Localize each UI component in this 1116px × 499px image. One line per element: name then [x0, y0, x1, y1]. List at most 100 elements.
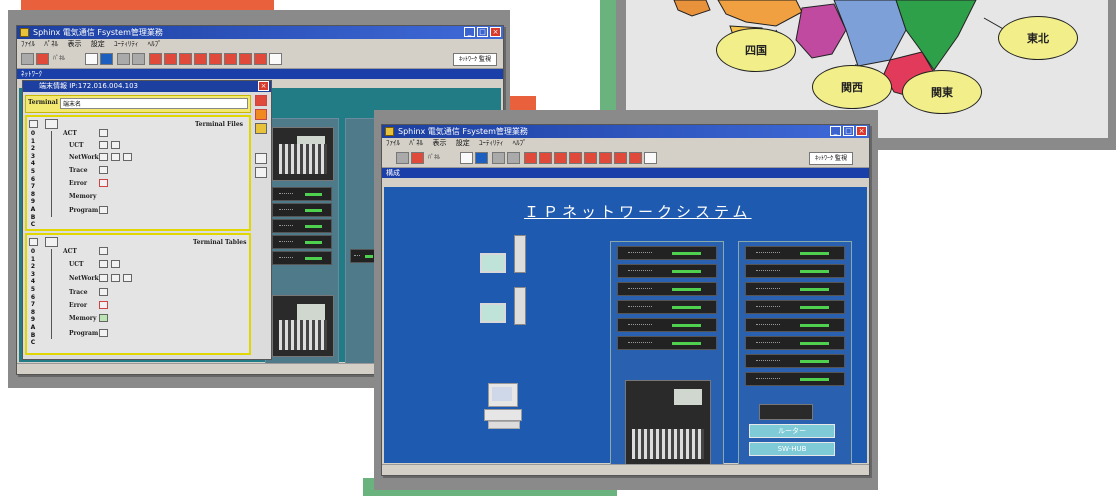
table-icon[interactable] [111, 260, 120, 268]
workstation-tower-icon[interactable] [514, 287, 526, 325]
table-icon[interactable] [99, 274, 108, 282]
table-icon[interactable] [99, 329, 108, 337]
minimize-button[interactable]: _ [830, 126, 841, 136]
tool-terminal-e-icon[interactable] [209, 53, 222, 65]
menu-file[interactable]: ﾌｧｲﾙ [21, 40, 35, 48]
table-item-uct[interactable]: UCT [69, 261, 83, 268]
tool-print-icon[interactable] [644, 152, 657, 164]
tool-terminal-e-icon[interactable] [584, 152, 597, 164]
table-item-network[interactable]: NetWork [69, 275, 99, 282]
minimize-button[interactable]: _ [464, 27, 475, 37]
table-item-program[interactable]: Program [69, 330, 98, 337]
tool-terminal-h-icon[interactable] [254, 53, 267, 65]
tool-server-icon[interactable] [132, 53, 145, 65]
workstation-monitor-icon[interactable] [480, 253, 506, 273]
menu-settings[interactable]: 設定 [456, 139, 470, 147]
tool-page-icon[interactable] [85, 53, 98, 65]
tool-terminal-g-icon[interactable] [614, 152, 627, 164]
rack-server-large[interactable] [625, 380, 711, 466]
tool-terminal-d-icon[interactable] [569, 152, 582, 164]
tool-rack-icon[interactable] [117, 53, 130, 65]
tool-terminal-a-icon[interactable] [149, 53, 162, 65]
workstation-tower-icon[interactable] [514, 235, 526, 273]
tool-monitor-icon[interactable] [21, 53, 34, 65]
menu-utility[interactable]: ﾕｰﾃｨﾘﾃｨ [479, 139, 504, 147]
menu-panel[interactable]: ﾊﾟﾈﾙ [44, 40, 58, 48]
side-action-icon-4[interactable] [255, 153, 267, 164]
tool-terminal-g-icon[interactable] [239, 53, 252, 65]
tool-globe-icon[interactable] [100, 53, 113, 65]
tree-item-network[interactable]: NetWork [69, 154, 99, 161]
tool-globe-icon[interactable] [475, 152, 488, 164]
workstation-monitor-icon[interactable] [480, 303, 506, 323]
tool-terminal-c-icon[interactable] [179, 53, 192, 65]
router-button[interactable]: ルーター [749, 424, 835, 438]
tool-terminal-f-icon[interactable] [224, 53, 237, 65]
view-select[interactable]: ﾈｯﾄﾜｰｸ 監視 [809, 152, 853, 165]
menu-panel[interactable]: ﾊﾟﾈﾙ [409, 139, 423, 147]
file-icon[interactable] [123, 153, 132, 161]
panel-expand-icon[interactable] [29, 238, 38, 246]
tool-rack-icon[interactable] [492, 152, 505, 164]
tool-alarm-icon[interactable] [36, 53, 49, 65]
table-icon[interactable] [99, 247, 108, 255]
error-table-icon[interactable] [99, 301, 108, 309]
tool-terminal-c-icon[interactable] [554, 152, 567, 164]
table-item-act[interactable]: ACT [63, 248, 77, 255]
client-pc-icon[interactable] [484, 383, 524, 429]
close-button[interactable]: × [856, 126, 867, 136]
tool-terminal-b-icon[interactable] [539, 152, 552, 164]
maximize-button[interactable]: □ [477, 27, 488, 37]
menu-utility[interactable]: ﾕｰﾃｨﾘﾃｨ [114, 40, 139, 48]
sw-hub-button[interactable]: SW-HUB [749, 442, 835, 456]
tool-terminal-d-icon[interactable] [194, 53, 207, 65]
file-icon[interactable] [99, 129, 108, 137]
maximize-button[interactable]: □ [843, 126, 854, 136]
tree-item-memory[interactable]: Memory [69, 193, 96, 200]
tree-item-trace[interactable]: Trace [69, 167, 88, 174]
tree-item-act[interactable]: ACT [63, 130, 77, 137]
menu-view[interactable]: 表示 [432, 139, 446, 147]
file-icon[interactable] [99, 166, 108, 174]
tree-item-error[interactable]: Error [69, 180, 87, 187]
file-icon[interactable] [99, 141, 108, 149]
side-action-icon-3[interactable] [255, 123, 267, 134]
file-icon[interactable] [111, 153, 120, 161]
file-icon[interactable] [99, 206, 108, 214]
tool-page-icon[interactable] [460, 152, 473, 164]
tool-server-icon[interactable] [507, 152, 520, 164]
tool-terminal-b-icon[interactable] [164, 53, 177, 65]
side-action-icon-2[interactable] [255, 109, 267, 120]
table-item-memory[interactable]: Memory [69, 315, 96, 322]
table-icon[interactable] [99, 288, 108, 296]
terminal-close-button[interactable]: × [258, 81, 269, 91]
tool-terminal-a-icon[interactable] [524, 152, 537, 164]
table-item-error[interactable]: Error [69, 302, 87, 309]
memory-table-icon[interactable] [99, 314, 108, 322]
tool-alarm-icon[interactable] [411, 152, 424, 164]
tree-item-program[interactable]: Program [69, 207, 98, 214]
view-select[interactable]: ﾈｯﾄﾜｰｸ 監視 [453, 53, 497, 66]
file-icon[interactable] [111, 141, 120, 149]
tool-monitor-icon[interactable] [396, 152, 409, 164]
error-file-icon[interactable] [99, 179, 108, 187]
tool-terminal-h-icon[interactable] [629, 152, 642, 164]
table-icon[interactable] [99, 260, 108, 268]
tool-terminal-f-icon[interactable] [599, 152, 612, 164]
menu-help[interactable]: ﾍﾙﾌﾟ [148, 40, 162, 48]
menu-settings[interactable]: 設定 [91, 40, 105, 48]
table-icon[interactable] [123, 274, 132, 282]
tool-print-icon[interactable] [269, 53, 282, 65]
close-button[interactable]: × [490, 27, 501, 37]
table-item-trace[interactable]: Trace [69, 289, 88, 296]
router-device-icon[interactable] [759, 404, 813, 420]
side-action-icon-5[interactable] [255, 167, 267, 178]
panel-expand-icon[interactable] [29, 120, 38, 128]
file-icon[interactable] [99, 153, 108, 161]
menu-view[interactable]: 表示 [67, 40, 81, 48]
tree-item-uct[interactable]: UCT [69, 142, 83, 149]
table-icon[interactable] [111, 274, 120, 282]
terminal-name-field[interactable]: 端末名 [60, 98, 248, 109]
side-action-icon-1[interactable] [255, 95, 267, 106]
menu-file[interactable]: ﾌｧｲﾙ [386, 139, 400, 147]
